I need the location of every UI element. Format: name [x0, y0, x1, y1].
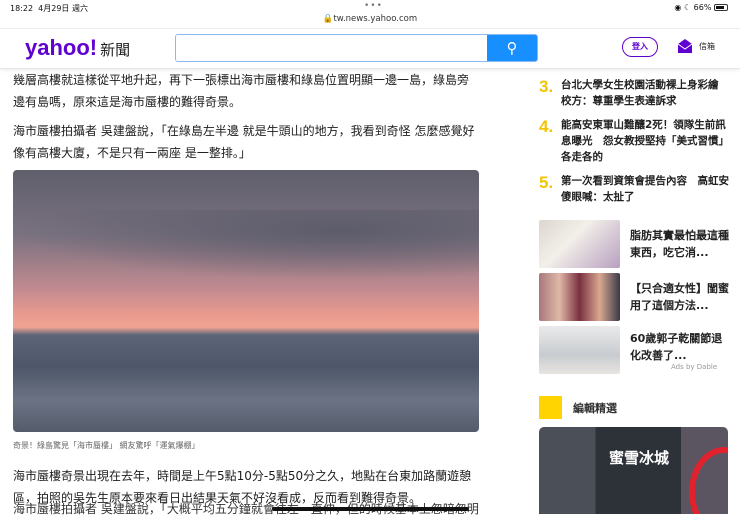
ad-title[interactable]: 脂肪其實最怕最這種東西，吃它消... [630, 227, 729, 261]
home-indicator[interactable] [272, 507, 469, 511]
article-body: 幾層高樓就這樣從平地升起，再下一張標出海市蜃樓和綠島位置明顯一邊一島，綠島旁邊有… [13, 69, 479, 516]
mail-icon[interactable] [677, 38, 693, 54]
yahoo-news-logo[interactable]: yahoo! 新聞 [25, 35, 130, 61]
section-title: 編輯精選 [573, 401, 617, 415]
rank: 5. [539, 173, 554, 192]
ad-image[interactable] [539, 220, 620, 268]
login-button[interactable]: 登入 [622, 37, 658, 57]
trending-item[interactable]: 5. 第一次看到資策會提告內容 高虹安傻眼喊：太扯了 [539, 173, 729, 205]
search-box: ⚲ [175, 34, 538, 62]
ad-image[interactable] [539, 273, 620, 321]
article-paragraph: 海市蜃樓拍攝者 吳建盤說，「在綠島左半邊 就是牛頭山的地方，我看到奇怪 怎麼感覺… [13, 124, 475, 160]
trending-item[interactable]: 4. 能高安東軍山難釀2死！領隊生前訊息曝光 怨女教授堅持「美式習慣」各走各的 [539, 117, 729, 165]
trending-title[interactable]: 台北大學女生校園活動裸上身彩繪 校方：尊重學生表達訴求 [561, 77, 729, 109]
editor-picks-heading: 編輯精選 [539, 396, 617, 419]
photo-caption: 奇景！綠島驚見「海市蜃樓」 網友驚呼「運氣爆棚」 [13, 441, 200, 450]
battery-icon [714, 4, 728, 11]
ad-item[interactable]: 【只合適女性】閨蜜用了這個方法... [539, 273, 729, 321]
rank: 4. [539, 117, 554, 136]
search-button[interactable]: ⚲ [487, 35, 537, 61]
rank: 3. [539, 77, 554, 96]
more-dots-icon[interactable]: ••• [364, 1, 383, 11]
ad-item[interactable]: 脂肪其實最怕最這種東西，吃它消... [539, 220, 729, 268]
ad-title[interactable]: 60歲郭子乾關節退化改善了... [630, 330, 729, 364]
trending-item[interactable]: 3. 台北大學女生校園活動裸上身彩繪 校方：尊重學生表達訴求 [539, 77, 729, 109]
status-icons: ◉ ☾ 66% [674, 3, 728, 12]
article-paragraph: 幾層高樓就這樣從平地升起，再下一張標出海市蜃樓和綠島位置明顯一邊一島，綠島旁邊有… [13, 73, 470, 109]
trending-title[interactable]: 能高安東軍山難釀2死！領隊生前訊息曝光 怨女教授堅持「美式習慣」各走各的 [561, 117, 729, 165]
site-header: yahoo! 新聞 ⚲ 登入 信箱 [0, 28, 740, 69]
status-bar: 18:22 4月29日 週六 ••• 🔒tw.news.yahoo.com ◉ … [0, 0, 740, 28]
sidebar: 3. 台北大學女生校園活動裸上身彩繪 校方：尊重學生表達訴求 4. 能高安東軍山難釀… [539, 69, 729, 374]
editor-pick-image[interactable]: 蜜雪冰城 [539, 427, 728, 514]
status-time: 18:22 4月29日 週六 [10, 4, 88, 13]
mirage-photo[interactable] [13, 170, 479, 432]
ads-by-dable[interactable]: Ads by Dable [671, 363, 718, 372]
shop-sign: 蜜雪冰城 [609, 449, 670, 467]
ad-image[interactable] [539, 326, 620, 374]
search-icon: ⚲ [506, 39, 518, 57]
address-bar[interactable]: 🔒tw.news.yahoo.com [0, 14, 740, 24]
search-input[interactable] [176, 35, 488, 61]
trending-title[interactable]: 第一次看到資策會提告內容 高虹安傻眼喊：太扯了 [561, 173, 729, 205]
section-marker [539, 396, 562, 419]
mail-link[interactable]: 信箱 [699, 41, 715, 52]
ad-title[interactable]: 【只合適女性】閨蜜用了這個方法... [630, 280, 729, 314]
